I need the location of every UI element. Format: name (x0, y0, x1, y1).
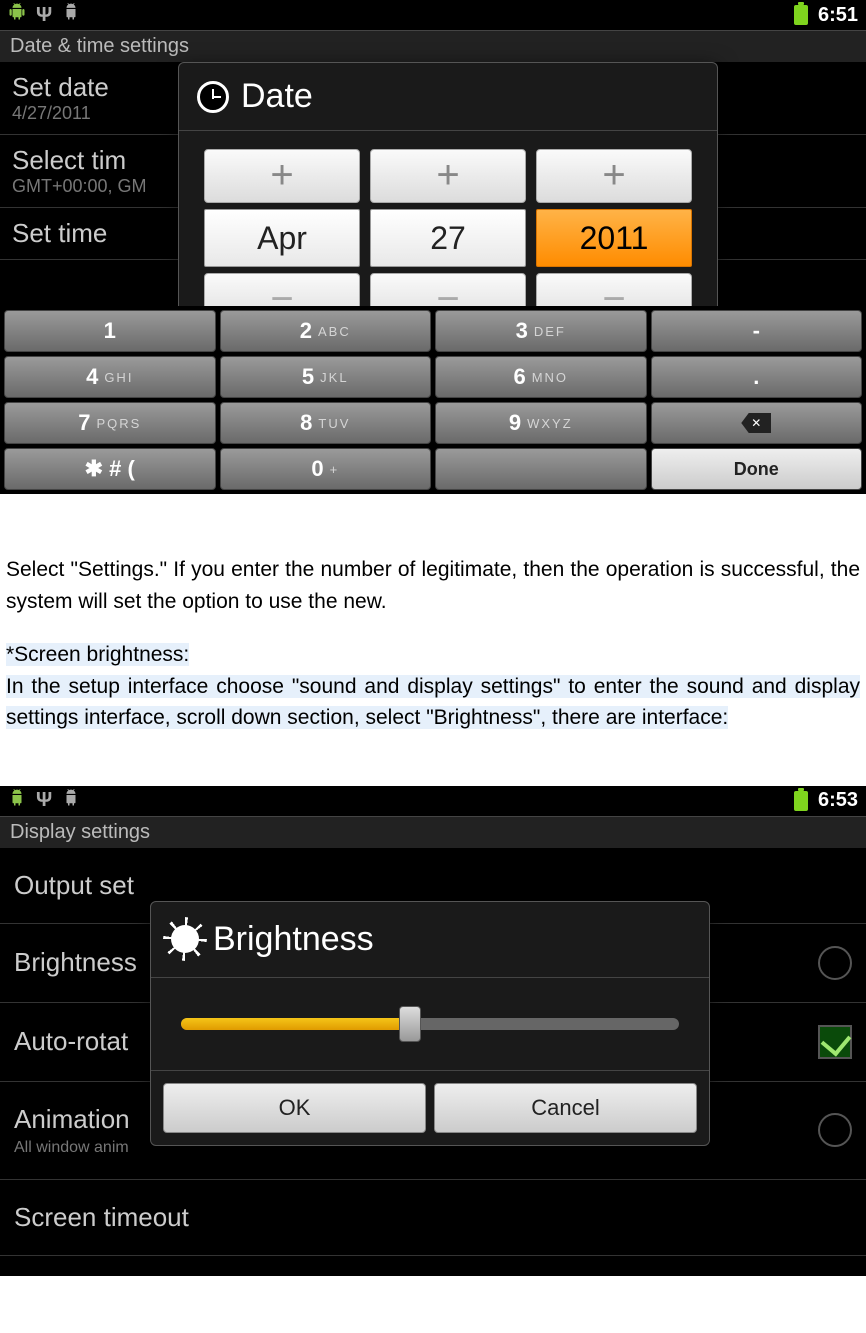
brightness-label: Brightness (14, 947, 137, 978)
android-icon (62, 787, 80, 815)
key-done[interactable]: Done (651, 448, 863, 490)
battery-icon (794, 5, 808, 25)
dialog-title: Date (241, 77, 313, 116)
radio-icon (818, 946, 852, 980)
slider-thumb[interactable] (399, 1006, 421, 1042)
key-symbols[interactable]: ✱ # ( (4, 448, 216, 490)
radio-icon (818, 1113, 852, 1147)
day-increment-button[interactable]: + (370, 149, 526, 203)
key-2[interactable]: 2ABC (220, 310, 432, 352)
month-value[interactable]: Apr (204, 209, 360, 267)
android-debug-icon (8, 1, 26, 29)
key-9[interactable]: 9WXYZ (435, 402, 647, 444)
document-body: Select "Settings." If you enter the numb… (0, 494, 866, 786)
month-picker: + Apr − (204, 149, 360, 327)
clock-text-2: 6:53 (818, 789, 858, 812)
ok-button[interactable]: OK (163, 1083, 426, 1133)
doc-paragraph-2: In the setup interface choose "sound and… (6, 675, 860, 730)
slider-fill (181, 1018, 410, 1030)
screen-title: Date & time settings (0, 30, 866, 62)
doc-heading-brightness: *Screen brightness: (6, 643, 189, 666)
brightness-dialog: Brightness OK Cancel (150, 901, 710, 1146)
screenshot-date-settings: Ψ 6:51 Date & time settings Set date 4/2… (0, 0, 866, 494)
output-settings-label: Output set (14, 870, 134, 901)
status-bar-2: Ψ 6:53 (0, 786, 866, 816)
clock-text: 6:51 (818, 4, 858, 27)
android-icon (62, 1, 80, 29)
screenshot-brightness-settings: Ψ 6:53 Display settings Output set Brigh… (0, 786, 866, 1276)
cancel-button[interactable]: Cancel (434, 1083, 697, 1133)
key-1[interactable]: 1 (4, 310, 216, 352)
brightness-slider[interactable] (181, 1018, 679, 1030)
month-increment-button[interactable]: + (204, 149, 360, 203)
battery-icon (794, 791, 808, 811)
key-8[interactable]: 8TUV (220, 402, 432, 444)
brightness-icon (171, 925, 199, 953)
animation-label: Animation (14, 1104, 130, 1134)
year-picker: + 2011 − (536, 149, 692, 327)
screen-title-2: Display settings (0, 816, 866, 848)
key-0[interactable]: 0+ (220, 448, 432, 490)
key-space[interactable] (435, 448, 647, 490)
key-6[interactable]: 6MNO (435, 356, 647, 398)
checkbox-checked-icon (818, 1025, 852, 1059)
animation-sublabel: All window anim (14, 1139, 130, 1157)
auto-rotate-label: Auto-rotat (14, 1026, 128, 1057)
usb-icon: Ψ (36, 4, 52, 27)
doc-paragraph-1: Select "Settings." If you enter the numb… (6, 554, 860, 617)
key-dot[interactable]: . (651, 356, 863, 398)
numeric-keypad: 1 2ABC 3DEF - 4GHI 5JKL 6MNO . 7PQRS 8TU… (0, 306, 866, 494)
key-dash[interactable]: - (651, 310, 863, 352)
day-value[interactable]: 27 (370, 209, 526, 267)
key-5[interactable]: 5JKL (220, 356, 432, 398)
screen-timeout-item[interactable]: Screen timeout (0, 1180, 866, 1256)
key-7[interactable]: 7PQRS (4, 402, 216, 444)
screen-timeout-label: Screen timeout (14, 1202, 189, 1233)
key-4[interactable]: 4GHI (4, 356, 216, 398)
year-value[interactable]: 2011 (536, 209, 692, 267)
android-debug-icon (8, 787, 26, 815)
brightness-dialog-title: Brightness (213, 920, 374, 959)
key-backspace[interactable]: ✕ (651, 402, 863, 444)
usb-icon: Ψ (36, 789, 52, 812)
status-bar: Ψ 6:51 (0, 0, 866, 30)
day-picker: + 27 − (370, 149, 526, 327)
year-increment-button[interactable]: + (536, 149, 692, 203)
key-3[interactable]: 3DEF (435, 310, 647, 352)
backspace-icon: ✕ (741, 413, 771, 433)
date-picker-dialog: Date + Apr − + 27 − + 2011 − (178, 62, 718, 346)
clock-icon (197, 81, 229, 113)
